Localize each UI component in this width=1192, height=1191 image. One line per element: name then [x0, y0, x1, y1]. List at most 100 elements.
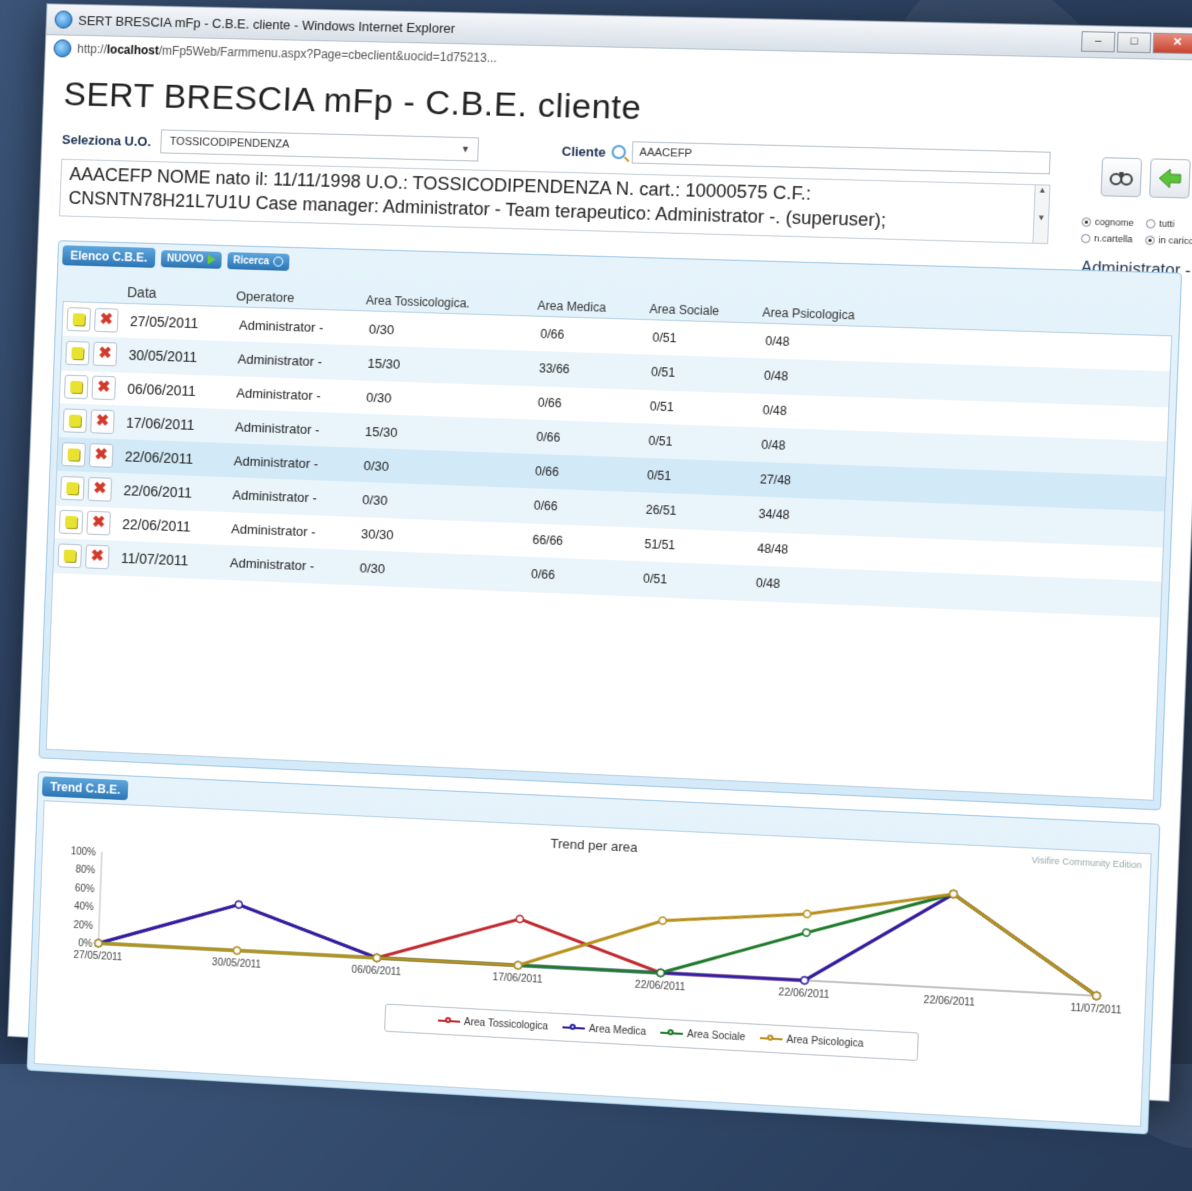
data-point: [950, 890, 958, 898]
chart-title: Trend per area: [550, 836, 638, 856]
x-tick-label: 27/05/2011: [73, 950, 122, 964]
radio-dot: [1145, 235, 1156, 245]
cell-area-psicologica: 0/48: [761, 437, 786, 453]
x-tick-label: 22/06/2011: [923, 995, 975, 1009]
cell-data: 11/07/2011: [120, 549, 189, 569]
data-point: [657, 969, 664, 976]
uo-select-value: TOSSICODIPENDENZA: [169, 135, 290, 151]
cell-area-psicologica: 0/48: [755, 575, 781, 592]
edit-icon[interactable]: [60, 475, 85, 501]
search-icon[interactable]: [611, 144, 627, 160]
arrow-right-icon: [207, 254, 216, 265]
cell-area-sociale: 0/51: [649, 399, 674, 415]
cell-area-medica: 0/66: [540, 326, 565, 342]
series-line: [98, 852, 1100, 996]
cell-area-sociale: 0/51: [642, 571, 668, 587]
radio-dot: [1146, 218, 1157, 229]
radio-ncartella[interactable]: n.cartella: [1081, 233, 1133, 245]
search-button[interactable]: Ricerca: [226, 251, 290, 271]
cell-area-tossicologica: 30/30: [360, 525, 394, 542]
cell-area-sociale: 51/51: [644, 537, 676, 553]
screenshot-stage: SERT BRESCIA mFp - C.B.E. cliente - Wind…: [7, 3, 1192, 1135]
trend-chart: Visifire Community Edition Trend per are…: [33, 800, 1152, 1127]
cell-operatore: Administrator -: [232, 486, 318, 505]
y-tick-label: 60%: [75, 883, 95, 895]
uo-selector-row: Seleziona U.O. TOSSICODIPENDENZA ▼: [62, 127, 480, 162]
cell-data: 30/05/2011: [128, 346, 198, 366]
cell-operatore: Administrator -: [237, 350, 323, 369]
edit-icon[interactable]: [63, 374, 89, 400]
binoculars-button[interactable]: [1100, 157, 1143, 198]
radio-label: tutti: [1158, 218, 1175, 230]
delete-icon[interactable]: ✖: [94, 307, 119, 333]
page-title: SERT BRESCIA mFp - C.B.E. cliente: [62, 75, 643, 128]
delete-icon[interactable]: ✖: [86, 510, 111, 536]
delete-icon[interactable]: ✖: [88, 443, 114, 468]
edit-icon[interactable]: [58, 509, 84, 535]
legend-swatch: [437, 1019, 460, 1023]
uo-select[interactable]: TOSSICODIPENDENZA ▼: [160, 129, 480, 162]
delete-icon[interactable]: ✖: [91, 375, 117, 401]
radio-cognome[interactable]: cognome: [1081, 216, 1134, 229]
edit-icon[interactable]: [66, 307, 92, 332]
cbe-grid: Data Operatore Area Tossicologica. Area …: [45, 284, 1173, 801]
x-tick-label: 06/06/2011: [351, 965, 401, 979]
search-icon: [272, 256, 284, 267]
new-button[interactable]: NUOVO: [160, 249, 222, 269]
close-button[interactable]: ✕: [1152, 32, 1192, 55]
app-content: SERT BRESCIA mFp - C.B.E. cliente Selezi…: [8, 60, 1192, 1135]
radio-in-carico[interactable]: in carico: [1145, 235, 1192, 246]
toolbar-right: [1100, 157, 1191, 199]
series-line: [98, 852, 1100, 996]
cell-area-sociale: 26/51: [645, 502, 677, 518]
patient-info-scrollbar[interactable]: ▲ ▼: [1033, 184, 1051, 245]
x-tick-label: 22/06/2011: [635, 980, 686, 994]
data-point: [234, 900, 244, 910]
arrow-left-icon: [1157, 167, 1183, 190]
back-button[interactable]: [1149, 158, 1191, 199]
x-tick-label: 22/06/2011: [778, 987, 830, 1001]
legend-label: Area Sociale: [686, 1028, 746, 1043]
window-controls: – □ ✕: [1080, 31, 1192, 55]
legend-item: Area Sociale: [660, 1027, 745, 1043]
cell-area-medica: 0/66: [537, 395, 562, 411]
edit-icon[interactable]: [61, 442, 86, 467]
cliente-row: Cliente AAACEFP: [561, 139, 1052, 175]
delete-icon[interactable]: ✖: [90, 409, 115, 435]
radio-label: cognome: [1094, 216, 1134, 229]
url-host: localhost: [106, 42, 160, 58]
minimize-button[interactable]: –: [1080, 31, 1116, 53]
cell-area-tossicologica: 15/30: [364, 423, 398, 440]
row-actions: ✖: [63, 307, 131, 333]
cell-operatore: Administrator -: [236, 384, 322, 403]
cell-area-psicologica: 0/48: [763, 368, 789, 384]
cell-area-sociale: 0/51: [646, 468, 672, 484]
legend-label: Area Psicologica: [786, 1033, 864, 1050]
data-point: [1093, 992, 1101, 1000]
maximize-button[interactable]: □: [1116, 31, 1152, 54]
edit-icon[interactable]: [62, 408, 88, 434]
edit-icon[interactable]: [65, 340, 90, 366]
y-tick-label: 80%: [75, 865, 95, 877]
data-point: [514, 962, 521, 969]
data-point: [232, 946, 242, 956]
cell-area-medica: 66/66: [532, 532, 564, 549]
delete-icon[interactable]: ✖: [87, 476, 113, 502]
data-point: [659, 917, 666, 924]
radio-tutti[interactable]: tutti: [1146, 218, 1192, 230]
page-icon: [53, 39, 72, 58]
legend-label: Area Medica: [588, 1023, 647, 1038]
cliente-input[interactable]: AAACEFP: [631, 141, 1052, 175]
patient-info: AAACEFP NOME nato il: 11/11/1998 U.O.: T…: [59, 158, 1036, 244]
series-line: [98, 852, 1100, 996]
cell-data: 22/06/2011: [121, 516, 191, 535]
delete-icon[interactable]: ✖: [85, 544, 110, 570]
list-panel-header: Elenco C.B.E. NUOVO Ricerca: [62, 245, 290, 272]
cell-area-psicologica: 0/48: [765, 333, 790, 349]
edit-icon[interactable]: [57, 543, 83, 569]
data-point: [801, 977, 809, 985]
cell-area-sociale: 0/51: [652, 330, 677, 346]
delete-icon[interactable]: ✖: [92, 341, 118, 367]
cell-data: 06/06/2011: [127, 380, 197, 399]
trend-chart-svg: Trend per area 0% 20% 40% 60% 80% 100% 27/05/20…: [71, 836, 1123, 1017]
